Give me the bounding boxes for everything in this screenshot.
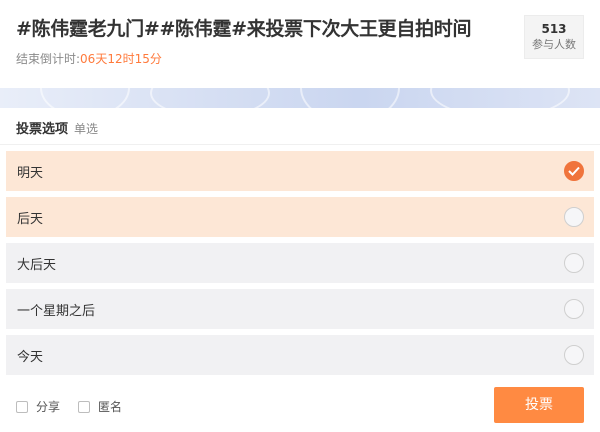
option-label: 一个星期之后 bbox=[17, 304, 96, 319]
option-label: 今天 bbox=[17, 350, 44, 365]
checkbox-icon[interactable] bbox=[78, 401, 90, 413]
options-label: 投票选项 bbox=[16, 122, 69, 137]
options-type: 单选 bbox=[74, 122, 99, 136]
poll-header: #陈伟霆老九门##陈伟霆#来投票下次大王更自拍时间 结束倒计时:06天12时15… bbox=[0, 0, 600, 88]
anonymous-label: 匿名 bbox=[98, 400, 123, 414]
anonymous-checkbox[interactable]: 匿名 bbox=[78, 398, 122, 415]
divider bbox=[0, 144, 600, 145]
radio-circle-icon[interactable] bbox=[564, 299, 584, 319]
share-label: 分享 bbox=[36, 400, 61, 414]
share-checkbox[interactable]: 分享 bbox=[16, 398, 60, 415]
participants-label: 参与人数 bbox=[532, 38, 576, 51]
countdown: 结束倒计时:06天12时15分 bbox=[16, 50, 162, 67]
option-item[interactable]: 今天 bbox=[6, 335, 594, 375]
option-label: 后天 bbox=[17, 212, 44, 227]
options-header: 投票选项 单选 bbox=[16, 118, 98, 137]
check-circle-icon[interactable] bbox=[564, 161, 584, 181]
options-section: 投票选项 单选 明天 后天 大后天 一个星期之后 今天 分享 匿名 投票 bbox=[0, 108, 600, 432]
radio-circle-icon[interactable] bbox=[564, 345, 584, 365]
option-item[interactable]: 明天 bbox=[6, 151, 594, 191]
option-item[interactable]: 大后天 bbox=[6, 243, 594, 283]
participants-count: 513 bbox=[541, 22, 567, 36]
participants-box: 513 参与人数 bbox=[524, 15, 584, 59]
radio-circle-icon[interactable] bbox=[564, 207, 584, 227]
option-label: 大后天 bbox=[17, 258, 57, 273]
option-item[interactable]: 一个星期之后 bbox=[6, 289, 594, 329]
option-item[interactable]: 后天 bbox=[6, 197, 594, 237]
countdown-value: 06天12时15分 bbox=[80, 52, 162, 66]
option-label: 明天 bbox=[17, 166, 44, 181]
vote-button[interactable]: 投票 bbox=[494, 387, 584, 423]
countdown-label: 结束倒计时: bbox=[16, 52, 81, 66]
poll-title: #陈伟霆老九门##陈伟霆#来投票下次大王更自拍时间 bbox=[16, 18, 472, 40]
decorative-banner bbox=[0, 88, 600, 108]
radio-circle-icon[interactable] bbox=[564, 253, 584, 273]
checkbox-icon[interactable] bbox=[16, 401, 28, 413]
